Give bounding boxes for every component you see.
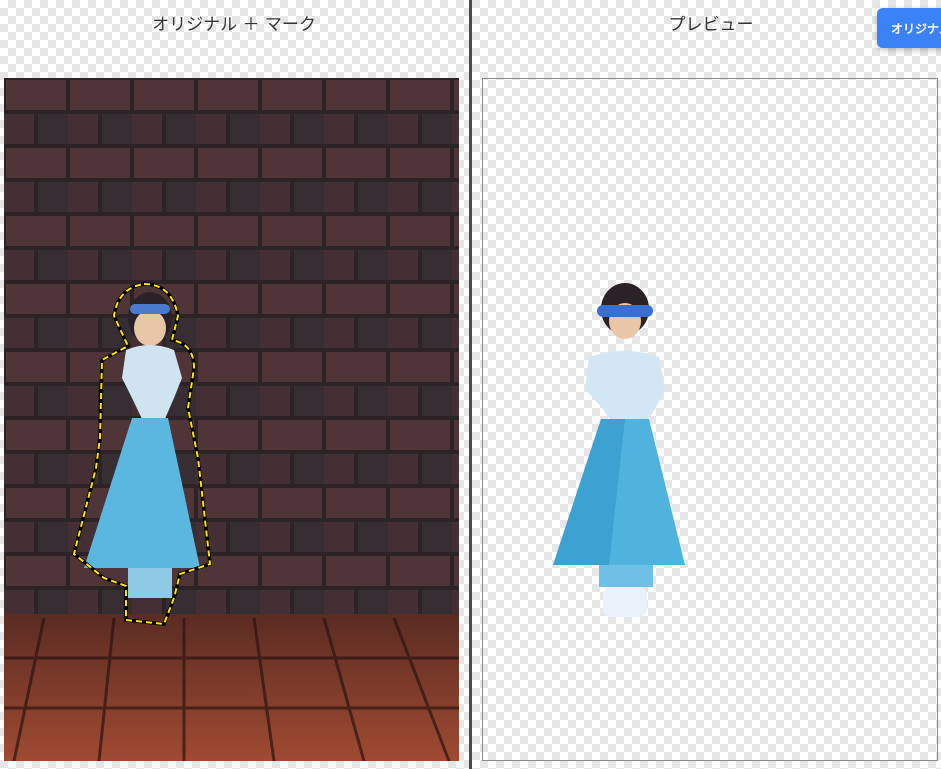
pane-title-original: オリジナル ＋ マーク xyxy=(152,15,316,35)
original-image-canvas[interactable] xyxy=(4,78,459,761)
original-button[interactable]: オリジナル xyxy=(877,8,941,48)
original-photo xyxy=(4,78,459,761)
pane-divider[interactable] xyxy=(469,0,472,769)
pane-title-preview: プレビュー xyxy=(668,15,754,35)
preview-canvas[interactable] xyxy=(482,78,938,761)
preview-cutout xyxy=(553,283,685,617)
